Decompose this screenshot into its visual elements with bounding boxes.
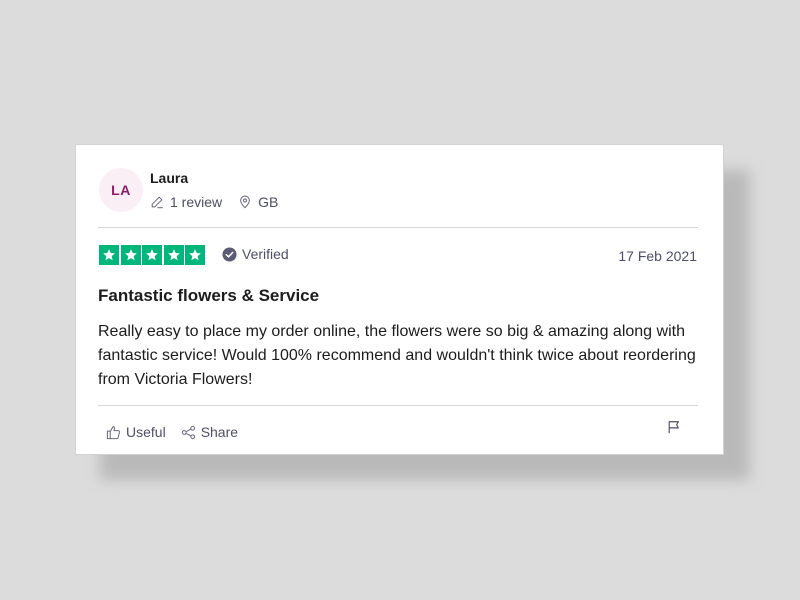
pencil-icon [151, 196, 163, 209]
flag-icon[interactable] [667, 420, 681, 434]
review-body: Really easy to place my order online, th… [98, 323, 696, 388]
star-rating [99, 245, 207, 265]
thumbs-up-icon [106, 425, 120, 439]
reviewer-location: GB [238, 194, 278, 210]
star-icon [163, 245, 184, 265]
review-count-label: 1 review [170, 194, 223, 210]
star-icon [99, 245, 119, 265]
country-label: GB [258, 194, 279, 210]
review-date: 17 Feb 2021 [618, 248, 697, 264]
useful-button[interactable]: Useful [106, 424, 166, 440]
review-title[interactable]: Fantastic flowers & Service [98, 286, 319, 306]
review-card: LA Laura 1 review GB Verified 17 Feb 202… [75, 144, 724, 455]
star-icon [142, 245, 162, 265]
review-count: 1 review [150, 194, 222, 210]
location-pin-icon [240, 195, 251, 209]
star-icon [120, 245, 141, 265]
reviewer-name[interactable]: Laura [150, 170, 188, 186]
share-icon [181, 425, 195, 439]
share-label: Share [200, 424, 239, 440]
verified-badge[interactable]: Verified [222, 246, 289, 262]
check-circle-icon [222, 246, 237, 262]
verified-label: Verified [242, 246, 289, 262]
avatar[interactable]: LA [99, 168, 143, 212]
footer-divider [98, 405, 698, 406]
review-actions: Useful Share [106, 424, 253, 440]
useful-label: Useful [126, 424, 166, 440]
header-divider [98, 227, 698, 228]
reviewer-meta: 1 review GB [150, 194, 294, 210]
star-icon [185, 245, 205, 265]
share-button[interactable]: Share [181, 424, 238, 440]
